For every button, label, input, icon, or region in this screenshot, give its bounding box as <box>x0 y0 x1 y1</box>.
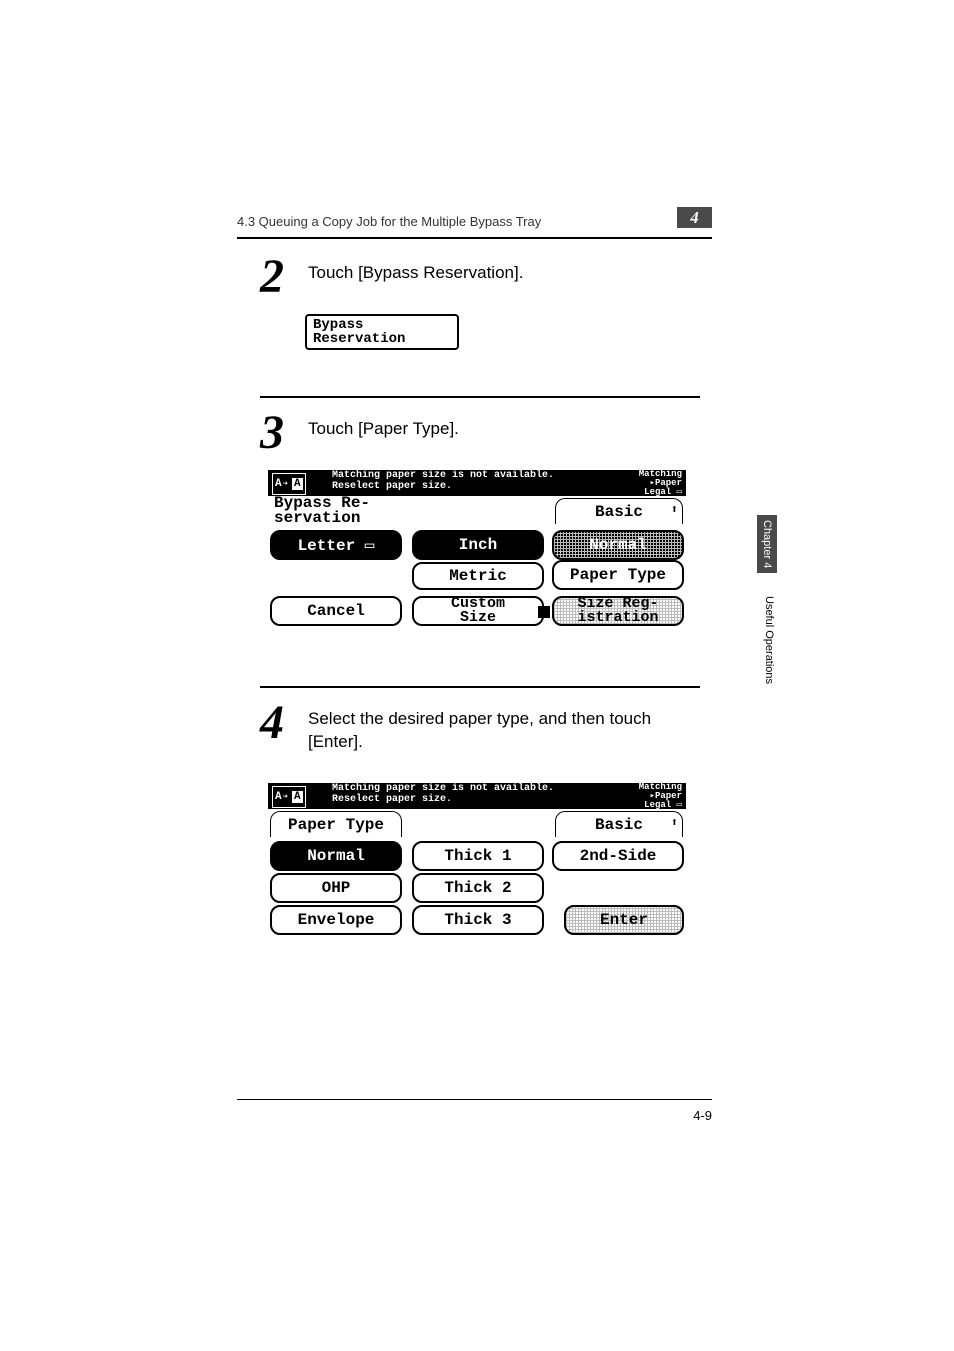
lcd-a-message: Matching paper size is not available. Re… <box>332 470 554 492</box>
step-3-number: 3 <box>260 405 284 460</box>
page-number: 4-9 <box>693 1108 712 1123</box>
thick3-label: Thick 3 <box>444 911 511 929</box>
size-reg-label: Size Reg- istration <box>577 597 658 625</box>
side-tab: Chapter 4 Useful Operations <box>757 515 777 655</box>
paper-type-button[interactable]: Paper Type <box>552 560 684 590</box>
custom-size-label: Custom Size <box>451 597 505 625</box>
indicator-icon <box>538 606 550 618</box>
inch-label: Inch <box>459 536 497 554</box>
custom-size-button[interactable]: Custom Size <box>412 596 544 626</box>
ohp-button[interactable]: OHP <box>270 873 402 903</box>
basic-tab-b-label: Basic <box>595 816 643 834</box>
lcd-b-msg-line1: Matching paper size is not available. <box>332 783 554 794</box>
lcd-a-status-right: Matching ▸Paper Legal ▭ <box>639 470 682 497</box>
arrow-right-icon: ➔ <box>283 479 288 489</box>
lcd-b-icon-left: A <box>275 791 282 803</box>
header-rule <box>237 237 712 239</box>
ohp-label: OHP <box>322 879 351 897</box>
lcd-b-copy-icon: A ➔ A <box>272 786 306 808</box>
lcd-panel-b: A ➔ A Matching paper size is not availab… <box>268 783 686 941</box>
lcd-a-msg-line2: Reselect paper size. <box>332 481 554 492</box>
footer-rule <box>237 1099 712 1100</box>
normal-button-b[interactable]: Normal <box>270 841 402 871</box>
lcd-panel-a: A ➔ A Matching paper size is not availab… <box>268 470 686 628</box>
second-side-button[interactable]: 2nd-Side <box>552 841 684 871</box>
lcd-a-copy-icon: A ➔ A <box>272 473 306 495</box>
bypass-reservation-button[interactable]: Bypass Reservation <box>305 314 459 350</box>
thick2-label: Thick 2 <box>444 879 511 897</box>
lcd-b-msg-line2: Reselect paper size. <box>332 794 554 805</box>
letter-button[interactable]: Letter ▭ <box>270 530 402 560</box>
thick1-label: Thick 1 <box>444 847 511 865</box>
cancel-label: Cancel <box>307 602 365 620</box>
metric-button[interactable]: Metric <box>412 562 544 590</box>
basic-tab-b[interactable]: Basic ⬆ <box>555 811 683 837</box>
lcd-b-icon-right: A <box>292 791 303 803</box>
basic-tab-label: Basic <box>595 503 643 521</box>
paper-type-title-label: Paper Type <box>288 816 384 834</box>
enter-button[interactable]: Enter <box>564 905 684 935</box>
thick2-button[interactable]: Thick 2 <box>412 873 544 903</box>
step-4-text: Select the desired paper type, and then … <box>308 707 708 753</box>
step-2-number: 2 <box>260 249 284 304</box>
custom-line2: Size <box>451 611 505 625</box>
step-4-rule <box>260 686 700 688</box>
step-2-text: Touch [Bypass Reservation]. <box>308 261 708 284</box>
envelope-button[interactable]: Envelope <box>270 905 402 935</box>
bypass-btn-line2: Reservation <box>313 332 451 346</box>
normal-b-label: Normal <box>307 847 365 865</box>
size-registration-button[interactable]: Size Reg- istration <box>552 596 684 626</box>
bypass-btn-line1: Bypass <box>313 318 451 332</box>
paper-type-title: Paper Type <box>270 811 402 837</box>
lcd-a-topbar: A ➔ A Matching paper size is not availab… <box>268 470 686 496</box>
lcd-a-icon-right: A <box>292 478 303 490</box>
paper-type-label: Paper Type <box>570 566 666 584</box>
step-3-text: Touch [Paper Type]. <box>308 417 708 440</box>
side-chapter: Chapter 4 <box>757 515 777 573</box>
enter-label: Enter <box>600 911 648 929</box>
side-label: Useful Operations <box>763 585 775 695</box>
lcd-b-message: Matching paper size is not available. Re… <box>332 783 554 805</box>
thick3-button[interactable]: Thick 3 <box>412 905 544 935</box>
lcd-a-msg-line1: Matching paper size is not available. <box>332 470 554 481</box>
normal-label: Normal <box>589 536 647 554</box>
up-arrow-icon: ⬆ <box>671 815 678 830</box>
arrow-right-icon: ➔ <box>283 792 288 802</box>
step-3-rule <box>260 396 700 398</box>
step-4-number: 4 <box>260 695 284 750</box>
metric-label: Metric <box>449 567 507 585</box>
up-arrow-icon: ⬆ <box>671 502 678 517</box>
lcd-b-status-right: Matching ▸Paper Legal ▭ <box>639 783 682 810</box>
basic-tab[interactable]: Basic ⬆ <box>555 498 683 524</box>
second-side-label: 2nd-Side <box>580 847 657 865</box>
inch-button[interactable]: Inch <box>412 530 544 560</box>
lcd-b-topbar: A ➔ A Matching paper size is not availab… <box>268 783 686 809</box>
thick1-button[interactable]: Thick 1 <box>412 841 544 871</box>
section-header: 4.3 Queuing a Copy Job for the Multiple … <box>237 214 541 229</box>
envelope-label: Envelope <box>298 911 375 929</box>
lcd-a-icon-left: A <box>275 478 282 490</box>
letter-label: Letter ▭ <box>298 535 375 555</box>
lcd-a-screen-title: Bypass Re- servation <box>274 496 370 526</box>
chapter-chip: 4 <box>677 207 712 228</box>
normal-button[interactable]: Normal <box>552 530 684 560</box>
sizereg-line2: istration <box>577 611 658 625</box>
lcd-a-title-line2: servation <box>274 511 370 526</box>
cancel-button[interactable]: Cancel <box>270 596 402 626</box>
